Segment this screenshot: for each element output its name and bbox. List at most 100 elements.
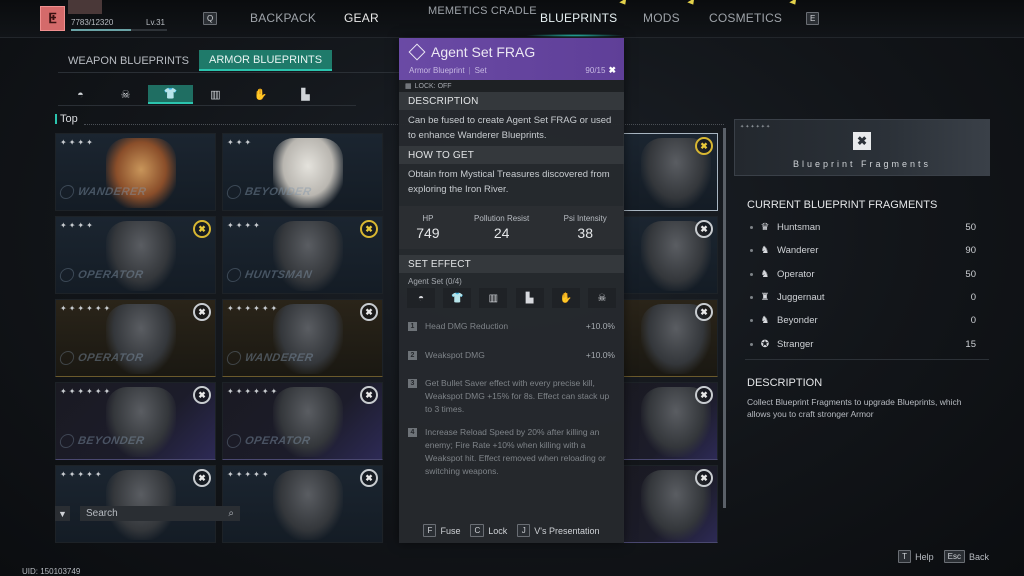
key-hint: C	[470, 524, 485, 537]
blueprint-tabs: WEAPON BLUEPRINTS ARMOR BLUEPRINTS	[58, 50, 333, 71]
blueprint-card[interactable]: ✦✦✦✦✦ ✖	[222, 465, 383, 543]
blueprint-card[interactable]: ✖	[623, 299, 718, 377]
blueprint-card[interactable]: ✦✦✦✦✦✦ OPERATOR ✖	[55, 299, 216, 377]
fragment-count: 90/15 ✖	[585, 65, 616, 76]
action-label: Fuse	[440, 525, 461, 536]
brand-label: BEYONDER	[225, 185, 313, 199]
nav-memetics-cradle[interactable]: MEMETICS CRADLE	[428, 6, 537, 17]
filter-button[interactable]: ▼	[55, 506, 70, 521]
juggernaut-brand-icon: ♜	[760, 292, 770, 304]
stat-value: 749	[416, 225, 440, 241]
fragment-badge-icon: ✖	[193, 469, 211, 487]
notification-marker	[687, 0, 697, 7]
search-box: ⌕	[80, 506, 240, 521]
fragment-item-wanderer: ♞ Wanderer 90	[750, 239, 976, 262]
brand-label: WANDERER	[58, 185, 148, 199]
blueprint-card[interactable]: ✖	[623, 382, 718, 460]
blueprint-card[interactable]: ✦✦✦✦✦✦ BEYONDER ✖	[55, 382, 216, 460]
category-top[interactable]: 👕	[148, 85, 193, 104]
brand-logo-icon	[58, 268, 76, 282]
stat-value: 24	[493, 225, 510, 241]
lock-status: ▦ LOCK: OFF	[399, 80, 624, 92]
lock-status-text: LOCK: OFF	[414, 82, 452, 90]
blueprint-card[interactable]: ✦✦✦ BEYONDER	[222, 133, 383, 211]
pants-icon: ▥	[488, 292, 499, 304]
tab-armor-blueprints[interactable]: ARMOR BLUEPRINTS	[199, 50, 333, 71]
section-label: Top	[55, 113, 78, 125]
blueprint-card[interactable]: ✦✦✦✦ WANDERER	[55, 133, 216, 211]
category-helmet[interactable]: ◓	[58, 85, 103, 104]
scrollbar-thumb[interactable]	[723, 128, 726, 508]
fragment-item-operator: ♞ Operator 50	[750, 263, 976, 286]
set-piece: ▥	[479, 288, 508, 308]
rarity-stars: ✦✦✦✦	[60, 138, 95, 147]
search-icon[interactable]: ⌕	[228, 508, 234, 519]
search-input[interactable]	[86, 508, 206, 519]
current-fragments-title: CURRENT BLUEPRINT FRAGMENTS	[747, 199, 938, 211]
avatar-banner	[68, 0, 102, 14]
blueprint-card[interactable]: ✖	[623, 216, 718, 294]
how-to-get-header: HOW TO GET	[399, 146, 624, 164]
nav-cosmetics[interactable]: COSMETICS	[709, 11, 782, 25]
fragment-icon: ✖	[608, 65, 616, 75]
category-mask[interactable]: ☠	[103, 85, 148, 104]
nav-prev-key[interactable]: Q	[203, 12, 218, 25]
nav-mods[interactable]: MODS	[643, 11, 680, 25]
fragment-item-beyonder: ♞ Beyonder 0	[750, 309, 976, 332]
fragment-value: 15	[965, 338, 976, 350]
user-id: UID: 150103749	[22, 567, 81, 576]
fragment-badge-icon: ✖	[193, 303, 211, 321]
blueprint-card[interactable]: ✖	[623, 465, 718, 543]
blueprint-card[interactable]: ✦✦✦✦✦✦ WANDERER ✖	[222, 299, 383, 377]
fragment-name: Wanderer	[777, 245, 819, 257]
key-hint: Esc	[943, 550, 965, 563]
stat-value: 38	[577, 225, 593, 241]
divider	[58, 72, 408, 73]
blueprint-card[interactable]: ✦✦✦✦ HUNTSMAN ✖	[222, 216, 383, 294]
effect-text: Increase Reload Speed by 20% after killi…	[425, 427, 606, 476]
banner-label: Blueprint Fragments	[792, 159, 932, 169]
set-piece: ◓	[407, 288, 435, 308]
armor-image	[272, 470, 343, 540]
rarity-stars: ✦✦✦✦✦✦	[60, 304, 113, 313]
avatar[interactable]: ⵟ	[40, 6, 65, 31]
nav-blueprints[interactable]: BLUEPRINTS	[540, 11, 617, 25]
brand-logo-icon	[225, 351, 243, 365]
blueprint-card[interactable]: ✖	[623, 133, 718, 211]
category-boots[interactable]: ▙	[283, 85, 328, 104]
rarity-stars: ✦✦✦✦✦✦	[60, 387, 113, 396]
tab-weapon-blueprints[interactable]: WEAPON BLUEPRINTS	[58, 50, 199, 71]
help-button[interactable]: T Help	[898, 550, 934, 563]
pants-icon: ▥	[210, 89, 221, 101]
fragment-badge-icon: ✖	[193, 220, 211, 238]
nav-gear[interactable]: GEAR	[344, 11, 379, 25]
blueprint-card[interactable]: ✦✦✦✦✦ ✖	[55, 465, 216, 543]
blueprint-card[interactable]: ✦✦✦✦✦✦ OPERATOR ✖	[222, 382, 383, 460]
nav-backpack[interactable]: BACKPACK	[250, 11, 316, 25]
blueprint-fragments-banner: ✦✦✦✦✦✦ ✖ Blueprint Fragments	[734, 119, 990, 176]
fragment-name: Stranger	[777, 338, 814, 350]
category-gloves[interactable]: ✋	[238, 85, 283, 104]
brand-label: BEYONDER	[58, 434, 146, 448]
filter-icon: ▼	[58, 508, 67, 519]
brand-logo-icon	[58, 351, 76, 365]
set-effect-header: SET EFFECT	[399, 255, 624, 273]
section-label-text: Top	[60, 113, 78, 125]
fuse-button[interactable]: F Fuse	[423, 524, 460, 537]
brand-logo-icon	[225, 434, 243, 448]
action-label: V's Presentation	[534, 525, 600, 536]
nav-next-key[interactable]: E	[806, 12, 820, 25]
grid-scrollbar[interactable]	[723, 128, 726, 508]
brand-text: OPERATOR	[243, 434, 312, 447]
armor-category-tabs: ◓ ☠ 👕 ▥ ✋ ▙	[58, 85, 328, 104]
category-pants[interactable]: ▥	[193, 85, 238, 104]
armor-image	[105, 470, 176, 540]
brand-label: WANDERER	[225, 351, 315, 365]
back-button[interactable]: Esc Back	[943, 550, 989, 563]
blueprint-card[interactable]: ✦✦✦✦ OPERATOR ✖	[55, 216, 216, 294]
fragment-item-juggernaut: ♜ Juggernaut 0	[750, 286, 976, 309]
presentation-button[interactable]: J V's Presentation	[517, 524, 600, 537]
lock-button[interactable]: C Lock	[470, 524, 507, 537]
stat-pollution-resist: Pollution Resist 24	[474, 214, 529, 241]
key-hint: F	[423, 524, 437, 537]
